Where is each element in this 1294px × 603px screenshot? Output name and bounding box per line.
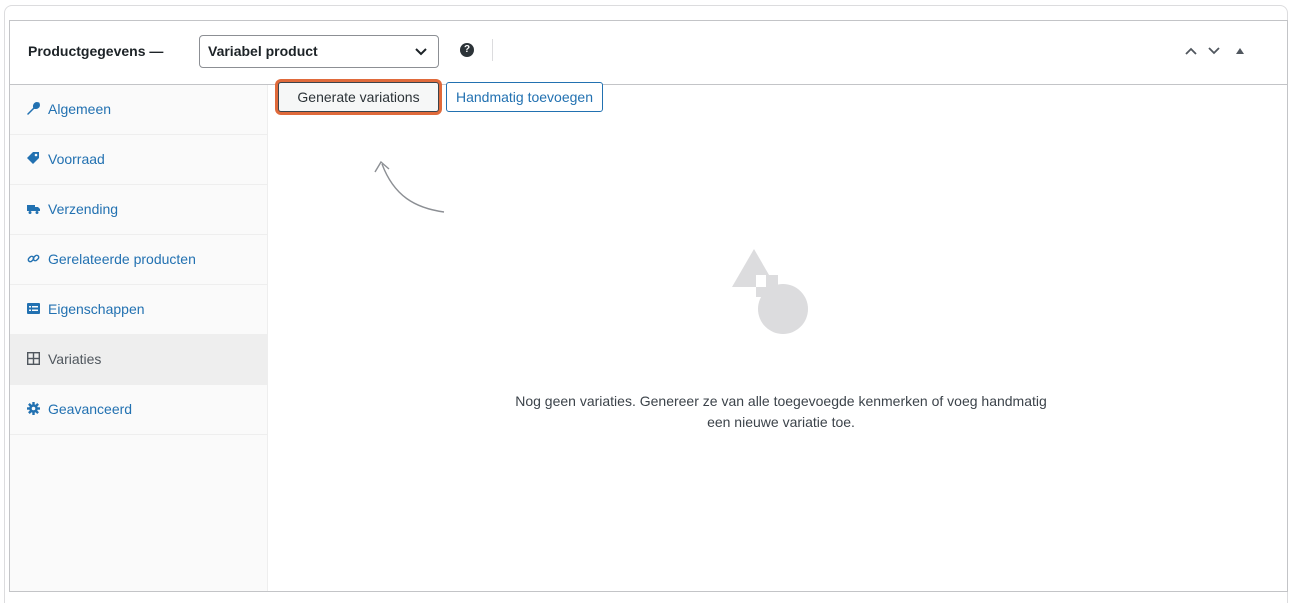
tab-eigenschappen[interactable]: Eigenschappen — [10, 285, 268, 335]
tab-label: Variaties — [48, 351, 102, 367]
tab-variaties[interactable]: Variaties — [10, 335, 268, 385]
tab-voorraad[interactable]: Voorraad — [10, 135, 268, 185]
empty-state-line-2: een nieuwe variatie toe. — [707, 414, 855, 430]
product-type-select[interactable]: Variabel product — [199, 35, 439, 68]
gear-icon — [27, 402, 40, 415]
tab-label: Geavanceerd — [48, 401, 133, 417]
hint-arrow-icon — [374, 160, 445, 213]
shapes-placeholder-icon — [732, 249, 808, 334]
wrench-icon — [27, 102, 40, 115]
truck-icon — [27, 205, 40, 214]
question-circle-icon[interactable]: ? — [460, 43, 474, 57]
generate-variations-button[interactable]: Generate variations — [278, 82, 439, 112]
toggle-panel-icon[interactable] — [1236, 48, 1244, 54]
product-data-panel: Productgegevens — Variabel product ? Alg… — [9, 20, 1288, 592]
move-down-icon[interactable] — [1207, 46, 1221, 56]
product-data-tabs: Algemeen Voorraad Verzending Gerelateerd… — [10, 85, 268, 591]
link-icon — [27, 254, 40, 263]
grid-icon — [27, 352, 40, 365]
tab-verzending[interactable]: Verzending — [10, 185, 268, 235]
panel-title: Productgegevens — — [28, 43, 164, 59]
tab-label: Gerelateerde producten — [48, 251, 196, 267]
tab-label: Verzending — [48, 201, 119, 217]
tab-label: Eigenschappen — [48, 301, 145, 317]
add-manually-button[interactable]: Handmatig toevoegen — [446, 82, 603, 112]
list-view-icon — [27, 303, 40, 314]
empty-state-line-1: Nog geen variaties. Genereer ze van alle… — [515, 393, 1047, 409]
chevron-down-icon — [415, 48, 427, 56]
header-divider — [492, 39, 493, 61]
tag-icon — [27, 152, 39, 164]
tab-geavanceerd[interactable]: Geavanceerd — [10, 385, 268, 435]
panel-header: Productgegevens — Variabel product ? — [10, 21, 1287, 85]
tab-label: Algemeen — [48, 101, 112, 117]
tab-algemeen[interactable]: Algemeen — [10, 85, 268, 135]
tab-label: Voorraad — [48, 151, 105, 167]
product-type-value: Variabel product — [208, 43, 318, 59]
empty-state-message: Nog geen variaties. Genereer ze van alle… — [431, 391, 1131, 433]
move-up-icon[interactable] — [1184, 46, 1198, 56]
tab-gerelateerde-producten[interactable]: Gerelateerde producten — [10, 235, 268, 285]
